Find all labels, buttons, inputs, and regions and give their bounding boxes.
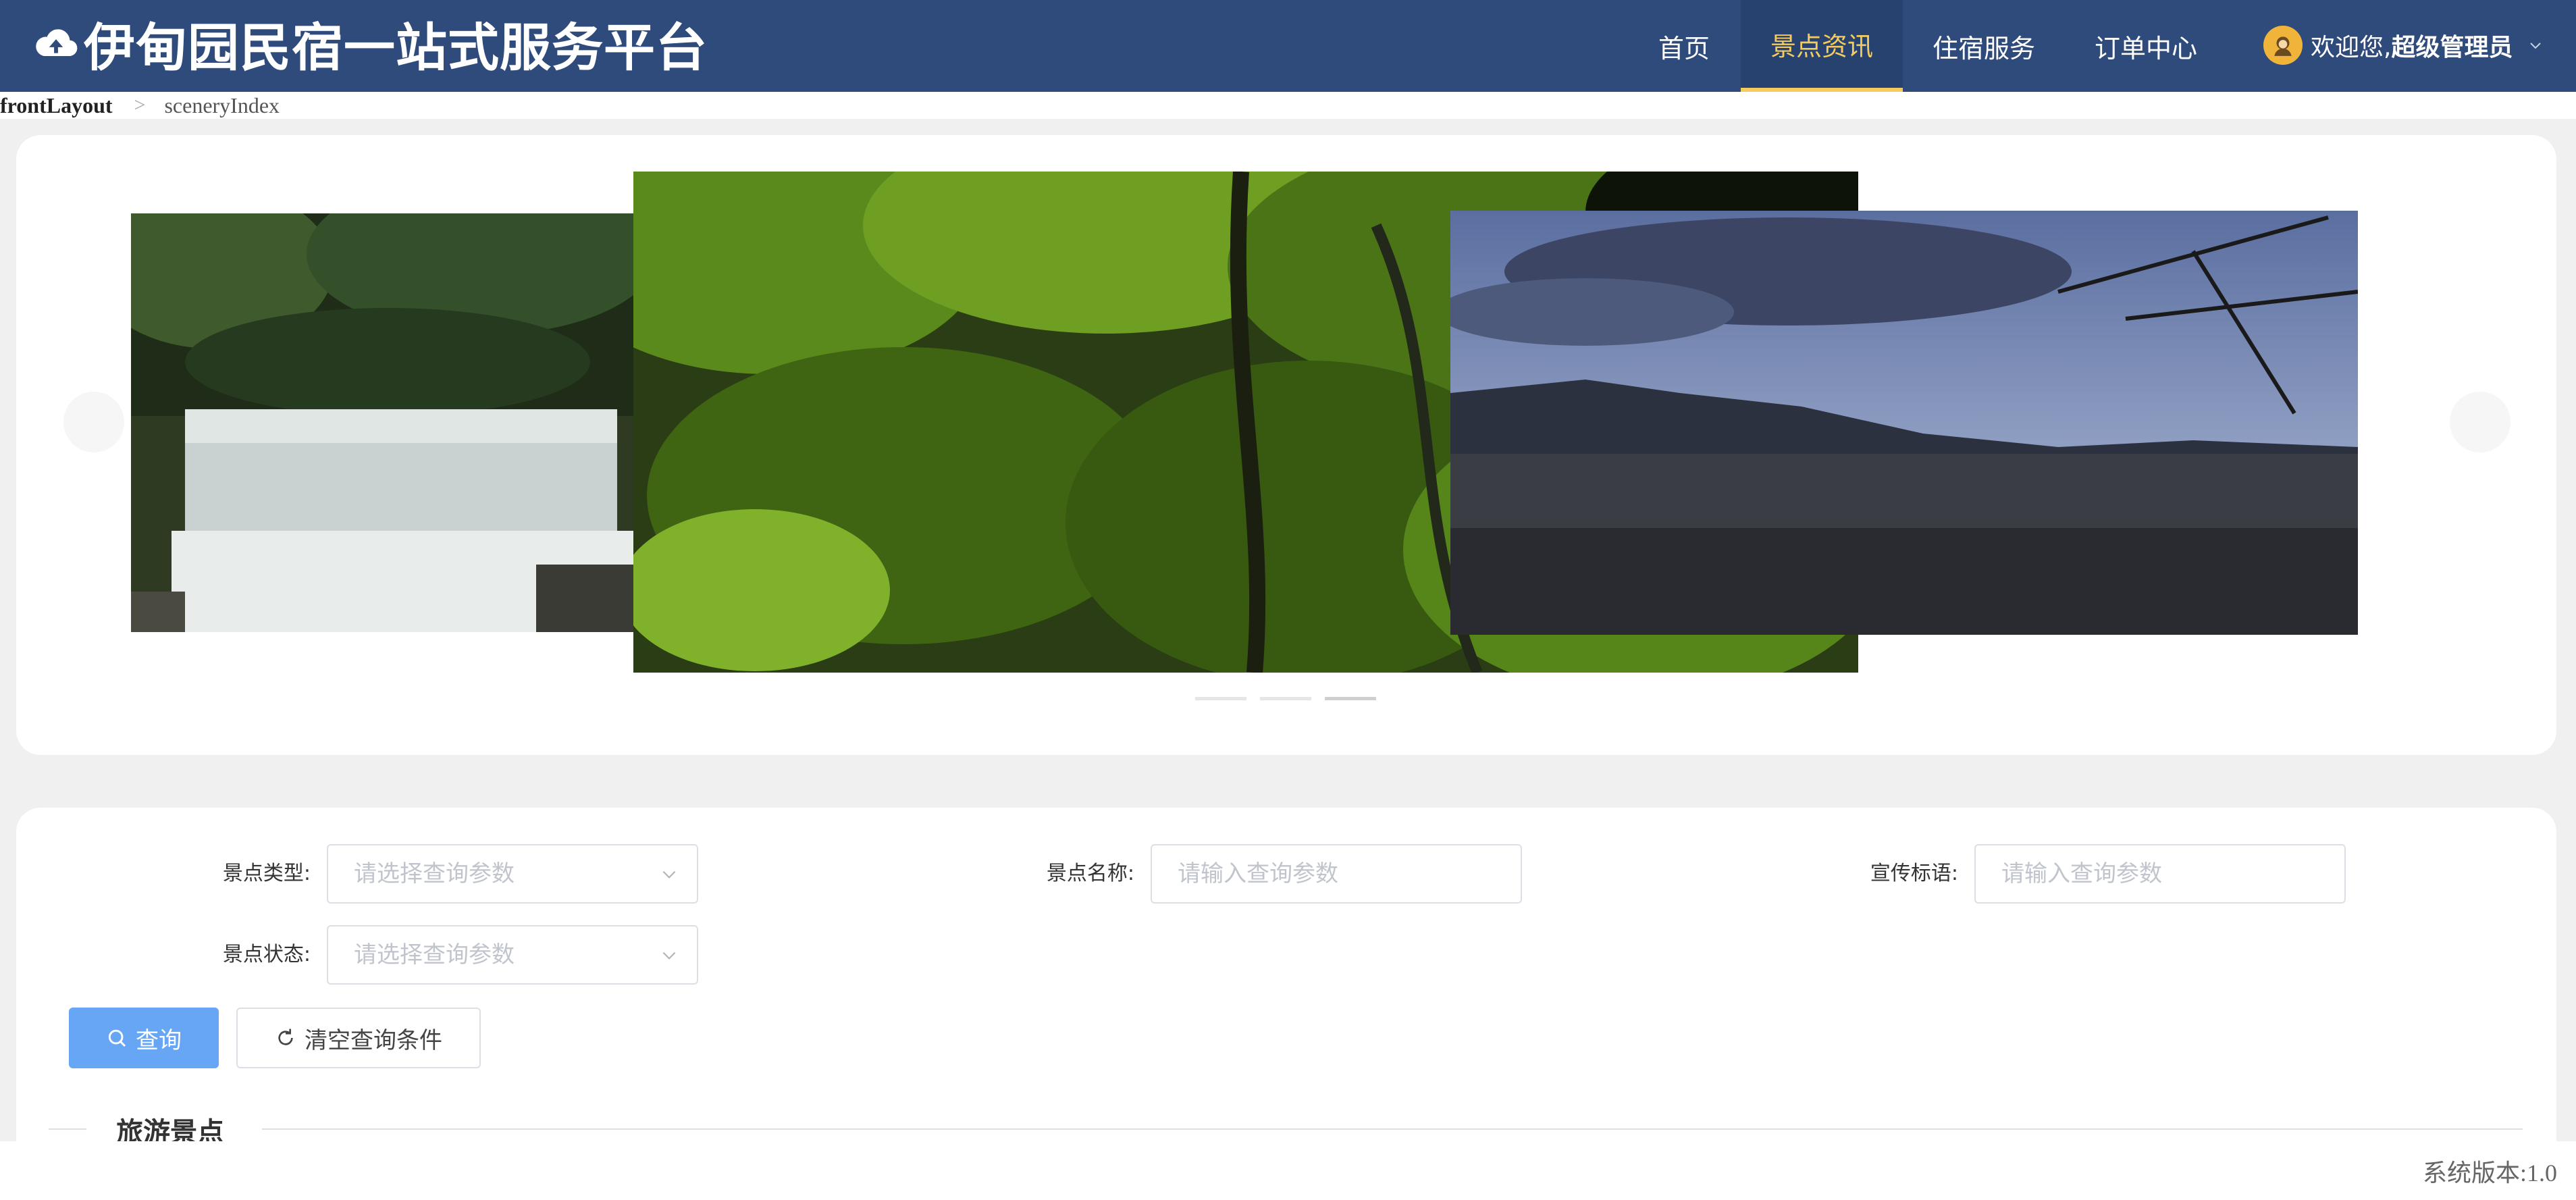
search-button-label: 查询 — [136, 1026, 182, 1054]
section-divider-right — [262, 1128, 2523, 1130]
nav-home[interactable]: 首页 — [1627, 0, 1741, 92]
slogan-label: 宣传标语: — [1870, 862, 1958, 885]
cloud-upload-icon — [36, 29, 78, 56]
scenery-name-input[interactable]: 请输入查询参数 — [1151, 844, 1522, 904]
scenery-status-label: 景点状态: — [222, 943, 311, 966]
top-header: 伊甸园民宿一站式服务平台 首页 景点资讯 住宿服务 订单中心 欢迎您, 超级管理… — [0, 0, 2576, 92]
carousel-slide-old-town[interactable] — [1450, 211, 2358, 635]
clear-filters-button[interactable]: 清空查询条件 — [236, 1008, 481, 1068]
nav-orders[interactable]: 订单中心 — [2065, 0, 2227, 92]
section-divider-left — [49, 1128, 86, 1130]
breadcrumb-item-layout[interactable]: frontLayout — [0, 93, 113, 118]
carousel-prev-button[interactable] — [63, 392, 124, 452]
scenery-status-select[interactable]: 请选择查询参数 — [327, 925, 698, 985]
scenery-name-placeholder: 请输入查询参数 — [1178, 860, 1338, 887]
nav-lodging[interactable]: 住宿服务 — [1903, 0, 2065, 92]
search-icon — [108, 1029, 126, 1047]
user-menu[interactable]: 欢迎您, 超级管理员 — [2263, 23, 2544, 68]
slogan-placeholder: 请输入查询参数 — [2001, 860, 2162, 887]
app-logo[interactable]: 伊甸园民宿一站式服务平台 — [32, 9, 708, 78]
page-footer: 系统版本:1.0 — [0, 1141, 2576, 1200]
nav-scenic-info[interactable]: 景点资讯 — [1741, 0, 1903, 92]
carousel-slide-waterfall[interactable] — [131, 213, 644, 632]
scenery-name-label: 景点名称: — [1046, 862, 1134, 885]
chevron-down-icon — [662, 870, 676, 879]
carousel-indicator-2[interactable] — [1260, 697, 1311, 700]
chevron-down-icon — [662, 951, 676, 960]
scenery-type-label: 景点类型: — [222, 862, 311, 885]
main-nav: 首页 景点资讯 住宿服务 订单中心 — [1627, 0, 2227, 92]
carousel-next-button[interactable] — [2450, 392, 2511, 452]
scenery-type-select[interactable]: 请选择查询参数 — [327, 844, 698, 904]
search-button[interactable]: 查询 — [69, 1008, 219, 1068]
slogan-input[interactable]: 请输入查询参数 — [1974, 844, 2346, 904]
avatar-icon — [2263, 26, 2303, 65]
breadcrumb: frontLayout > sceneryIndex — [0, 92, 2576, 119]
scenery-type-placeholder: 请选择查询参数 — [354, 860, 515, 887]
breadcrumb-separator-icon: > — [134, 94, 146, 116]
clear-filters-label: 清空查询条件 — [305, 1026, 442, 1054]
chevron-down-icon — [2530, 43, 2542, 49]
carousel-indicators — [1195, 697, 1376, 700]
app-title: 伊甸园民宿一站式服务平台 — [84, 18, 708, 78]
user-greeting: 欢迎您, — [2311, 34, 2392, 61]
scenery-carousel — [16, 135, 2556, 755]
carousel-indicator-1[interactable] — [1195, 697, 1246, 700]
breadcrumb-item-current: sceneryIndex — [164, 93, 280, 118]
system-version: 系统版本:1.0 — [2422, 1159, 2557, 1186]
refresh-icon — [278, 1028, 293, 1045]
scenery-status-placeholder: 请选择查询参数 — [354, 941, 515, 968]
carousel-indicator-3[interactable] — [1325, 697, 1376, 700]
user-name: 超级管理员 — [2391, 34, 2513, 61]
